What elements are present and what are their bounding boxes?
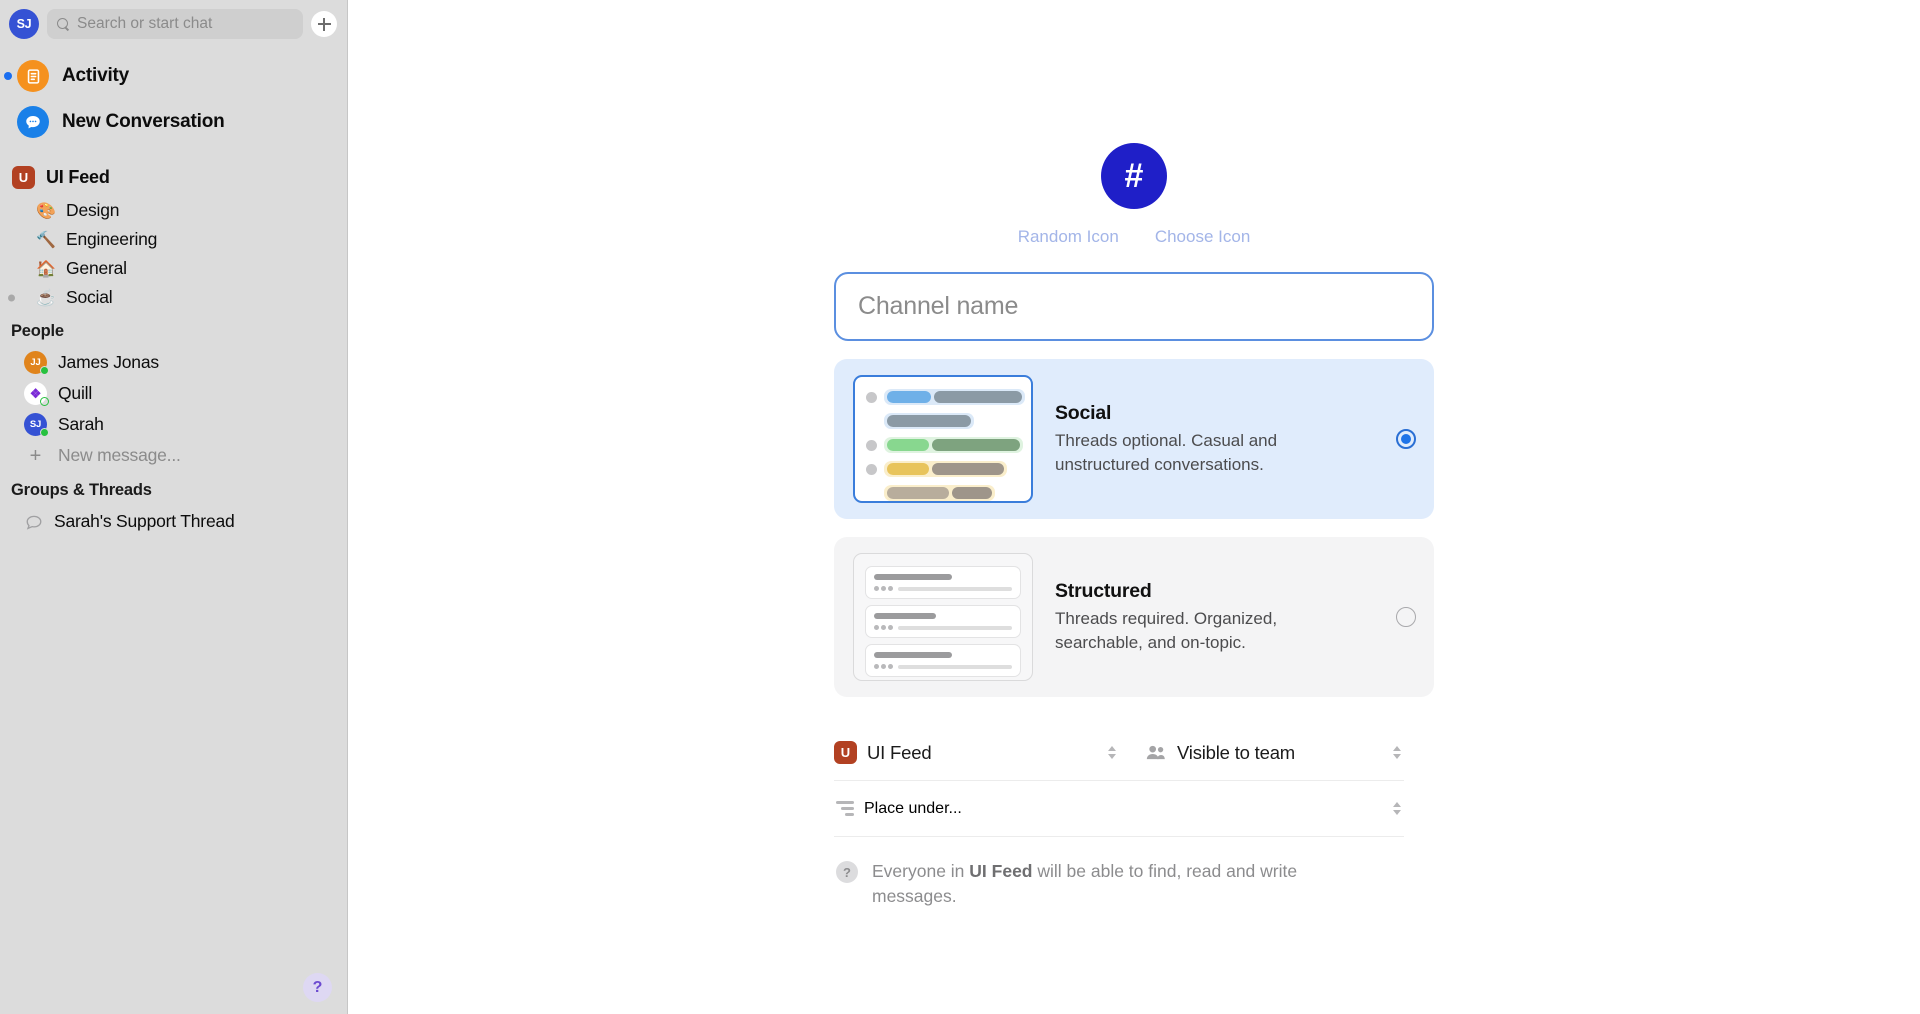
help-button[interactable]: ? xyxy=(303,973,332,1002)
social-preview-thumbnail xyxy=(853,375,1033,503)
channel-icon-hash[interactable]: # xyxy=(1101,143,1167,209)
workspace-selector[interactable]: U UI Feed xyxy=(834,741,1119,764)
option-social[interactable]: Social Threads optional. Casual and unst… xyxy=(834,359,1434,519)
search-input[interactable]: Search or start chat xyxy=(47,9,303,39)
icon-actions: Random Icon Choose Icon xyxy=(834,227,1434,247)
sidebar-item-activity[interactable]: Activity xyxy=(0,53,347,99)
presence-indicator xyxy=(40,428,49,437)
option-structured[interactable]: Structured Threads required. Organized, … xyxy=(834,537,1434,697)
option-description: Threads optional. Casual and unstructure… xyxy=(1055,431,1278,474)
chat-bubble-icon xyxy=(17,106,49,138)
channel-name-input[interactable]: Channel name xyxy=(834,272,1434,341)
sidebar-person-quill[interactable]: ❖ Quill xyxy=(0,378,347,409)
visibility-selector[interactable]: Visible to team xyxy=(1119,742,1404,764)
place-under-selector[interactable]: Place under... xyxy=(834,781,1404,837)
create-channel-panel: # Random Icon Choose Icon Channel name S… xyxy=(348,0,1920,1014)
avatar: JJ xyxy=(24,351,49,375)
permissions-note-text: Everyone in UI Feed will be able to find… xyxy=(872,859,1362,909)
add-button[interactable] xyxy=(311,11,337,37)
sidebar-workspace-ui-feed[interactable]: U UI Feed xyxy=(0,159,347,196)
choose-icon-link[interactable]: Choose Icon xyxy=(1155,227,1250,247)
option-description: Threads required. Organized, searchable,… xyxy=(1055,609,1278,652)
people-heading: People xyxy=(11,322,64,340)
visibility-value: Visible to team xyxy=(1177,741,1295,763)
question-mark-icon: ? xyxy=(836,861,858,883)
option-title: Structured xyxy=(1055,580,1152,603)
channel-name-placeholder: Channel name xyxy=(858,292,1019,320)
permissions-note: ? Everyone in UI Feed will be able to fi… xyxy=(834,837,1404,909)
presence-indicator xyxy=(40,397,49,406)
sidebar-person-sarah[interactable]: SJ Sarah xyxy=(0,409,347,440)
coffee-icon: ☕ xyxy=(36,289,56,307)
workspace-badge: U xyxy=(12,166,35,189)
presence-indicator xyxy=(40,366,49,375)
avatar: ❖ xyxy=(24,382,49,406)
house-icon: 🏠 xyxy=(36,260,56,278)
sidebar-item-label: General xyxy=(66,258,127,278)
chevron-updown-icon xyxy=(1105,746,1119,759)
search-placeholder: Search or start chat xyxy=(77,15,213,32)
place-under-placeholder: Place under... xyxy=(864,799,962,817)
sidebar-item-label: New Conversation xyxy=(62,111,225,132)
sidebar-item-new-conversation[interactable]: New Conversation xyxy=(0,99,347,145)
sidebar-item-label: Design xyxy=(66,200,120,220)
workspace-label: UI Feed xyxy=(46,167,110,187)
sidebar: SJ Search or start chat Activity New Con… xyxy=(0,0,348,1014)
sidebar-header: SJ Search or start chat xyxy=(0,0,347,39)
unread-dot xyxy=(8,294,15,301)
new-message-label: New message... xyxy=(58,445,181,465)
plus-icon: + xyxy=(29,444,42,467)
hierarchy-icon xyxy=(834,801,854,816)
sidebar-item-label: Social xyxy=(66,287,113,307)
sidebar-item-design[interactable]: 🎨 Design xyxy=(0,196,347,225)
unread-dot xyxy=(4,72,12,80)
note-prefix: Everyone in xyxy=(872,861,970,881)
option-structured-text: Structured Threads required. Organized, … xyxy=(1055,580,1374,653)
people-icon xyxy=(1145,745,1167,760)
chevron-updown-icon xyxy=(1390,746,1404,759)
person-name: James Jonas xyxy=(58,352,159,372)
person-name: Quill xyxy=(58,383,93,403)
option-structured-radio[interactable] xyxy=(1396,607,1416,627)
thread-label: Sarah's Support Thread xyxy=(54,511,235,531)
random-icon-link[interactable]: Random Icon xyxy=(1018,227,1119,247)
workspace-value: UI Feed xyxy=(867,741,932,763)
activity-icon xyxy=(17,60,49,92)
app-window: SJ Search or start chat Activity New Con… xyxy=(0,0,1920,1014)
search-icon xyxy=(57,17,70,31)
sidebar-thread-sarahs-support-thread[interactable]: Sarah's Support Thread xyxy=(0,506,347,537)
speech-bubble-icon xyxy=(24,512,43,531)
chevron-updown-icon xyxy=(1390,802,1404,815)
person-name: Sarah xyxy=(58,414,104,434)
hammer-icon: 🔨 xyxy=(36,231,56,249)
settings-row-primary: U UI Feed Visible to team xyxy=(834,725,1404,781)
workspace-badge: U xyxy=(834,741,857,764)
palette-icon: 🎨 xyxy=(36,202,56,220)
option-social-radio[interactable] xyxy=(1396,429,1416,449)
sidebar-item-social[interactable]: ☕ Social xyxy=(0,283,347,312)
sidebar-person-james-jonas[interactable]: JJ James Jonas xyxy=(0,347,347,378)
structured-preview-thumbnail xyxy=(853,553,1033,681)
option-title: Social xyxy=(1055,402,1112,425)
sidebar-item-engineering[interactable]: 🔨 Engineering xyxy=(0,225,347,254)
avatar: SJ xyxy=(24,413,49,437)
sidebar-item-general[interactable]: 🏠 General xyxy=(0,254,347,283)
sidebar-item-label: Activity xyxy=(62,65,130,86)
avatar[interactable]: SJ xyxy=(9,9,39,39)
sidebar-item-label: Engineering xyxy=(66,229,158,249)
note-workspace: UI Feed xyxy=(969,861,1033,881)
new-message-button[interactable]: + New message... xyxy=(0,440,347,471)
channel-settings: U UI Feed Visible to team Place under...… xyxy=(834,725,1404,909)
groups-threads-heading: Groups & Threads xyxy=(11,481,152,499)
option-social-text: Social Threads optional. Casual and unst… xyxy=(1055,402,1374,475)
